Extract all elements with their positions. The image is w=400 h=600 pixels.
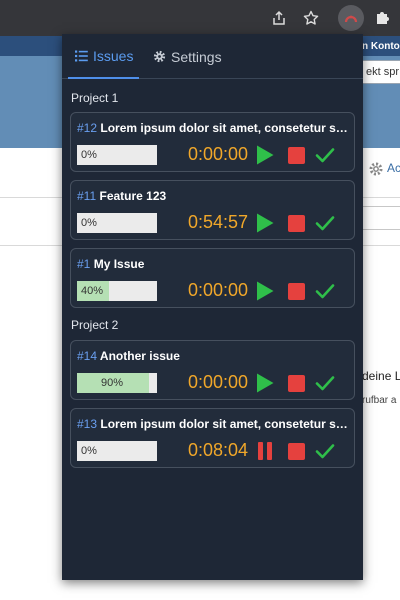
issue-title[interactable]: #14 Another issue [77, 349, 349, 363]
elapsed-timer: 0:00:00 [187, 144, 248, 164]
stop-icon [287, 214, 305, 232]
check-icon [315, 148, 335, 163]
issue-number: #11 [77, 189, 97, 203]
start-button[interactable] [253, 143, 277, 167]
play-icon [257, 145, 274, 165]
issue-card: #14 Another issue 90% 0:00:00 [70, 340, 355, 400]
issue-number: #14 [77, 349, 98, 363]
extension-icon[interactable] [338, 5, 364, 31]
stop-button[interactable] [284, 211, 308, 235]
pause-button[interactable] [253, 439, 277, 463]
done-button[interactable] [313, 211, 337, 235]
progress-bar: 40% [77, 281, 157, 301]
tab-settings-label: Settings [171, 48, 222, 65]
tab-issues[interactable]: Issues [68, 34, 139, 79]
star-icon[interactable] [300, 7, 322, 29]
issue-title[interactable]: #1 My Issue [77, 257, 349, 271]
progress-label: 0% [81, 445, 97, 457]
stop-icon [287, 282, 305, 300]
issue-card: #1 My Issue 40% 0:00:00 [70, 248, 355, 308]
issue-name: Lorem ipsum dolor sit amet, consetetur s… [100, 121, 349, 135]
elapsed-timer: 0:54:57 [187, 212, 248, 232]
pause-icon [258, 442, 272, 460]
issue-name: Lorem ipsum dolor sit amet, consetetur s… [100, 417, 349, 431]
issue-title[interactable]: #13 Lorem ipsum dolor sit amet, consetet… [77, 417, 349, 431]
tab-bar: Issues Settings [62, 34, 363, 79]
issue-name: Another issue [99, 349, 180, 363]
done-button[interactable] [313, 371, 337, 395]
list-icon [75, 50, 88, 61]
stop-icon [287, 146, 305, 164]
check-icon [315, 376, 335, 391]
progress-label: 40% [81, 285, 104, 297]
play-icon [257, 373, 274, 393]
project-heading: Project 2 [71, 318, 119, 332]
gear-icon [153, 50, 166, 63]
elapsed-timer: 0:00:00 [187, 372, 248, 392]
issue-name: Feature 123 [99, 189, 167, 203]
time-tracker-popup: Issues Settings Project 1 #12 Lorem ipsu… [62, 34, 363, 580]
issue-card: #12 Lorem ipsum dolor sit amet, consetet… [70, 112, 355, 172]
progress-bar: 90% [77, 373, 157, 393]
stop-button[interactable] [284, 439, 308, 463]
webpage-field[interactable] [362, 206, 400, 230]
webpage-text: deine L [362, 369, 400, 383]
progress-label: 0% [81, 217, 97, 229]
stop-button[interactable] [284, 143, 308, 167]
stop-button[interactable] [284, 371, 308, 395]
start-button[interactable] [253, 279, 277, 303]
stop-icon [287, 442, 305, 460]
issue-name: My Issue [93, 257, 145, 271]
project-heading: Project 1 [71, 91, 119, 105]
check-icon [315, 284, 335, 299]
browser-toolbar [0, 0, 400, 36]
done-button[interactable] [313, 279, 337, 303]
stop-icon [287, 374, 305, 392]
account-link[interactable]: n Konto [362, 41, 400, 52]
issue-card: #13 Lorem ipsum dolor sit amet, consetet… [70, 408, 355, 468]
issue-card: #11 Feature 123 0% 0:54:57 [70, 180, 355, 240]
start-button[interactable] [253, 211, 277, 235]
issue-number: #12 [77, 121, 98, 135]
issue-title[interactable]: #12 Lorem ipsum dolor sit amet, consetet… [77, 121, 349, 135]
progress-bar: 0% [77, 213, 157, 233]
play-icon [257, 213, 274, 233]
issue-title[interactable]: #11 Feature 123 [77, 189, 349, 203]
stop-button[interactable] [284, 279, 308, 303]
tab-issues-label: Issues [93, 47, 134, 64]
progress-label: 0% [81, 149, 97, 161]
check-icon [315, 444, 335, 459]
start-button[interactable] [253, 371, 277, 395]
elapsed-timer: 0:00:00 [187, 280, 248, 300]
progress-bar: 0% [77, 441, 157, 461]
webpage-search-input[interactable]: ekt spr [362, 60, 400, 84]
puzzle-icon[interactable] [371, 7, 393, 29]
issue-number: #13 [77, 417, 98, 431]
done-button[interactable] [313, 439, 337, 463]
webpage-text: rufbar a [362, 395, 397, 406]
tab-settings[interactable]: Settings [153, 34, 243, 79]
check-icon [315, 216, 335, 231]
progress-bar: 0% [77, 145, 157, 165]
done-button[interactable] [313, 143, 337, 167]
webpage-settings-link[interactable]: Ac [387, 161, 400, 175]
issue-number: #1 [77, 257, 91, 271]
share-icon[interactable] [268, 7, 290, 29]
elapsed-timer: 0:08:04 [187, 440, 248, 460]
webpage-gear-icon[interactable] [368, 161, 384, 182]
progress-label: 90% [100, 377, 124, 389]
play-icon [257, 281, 274, 301]
